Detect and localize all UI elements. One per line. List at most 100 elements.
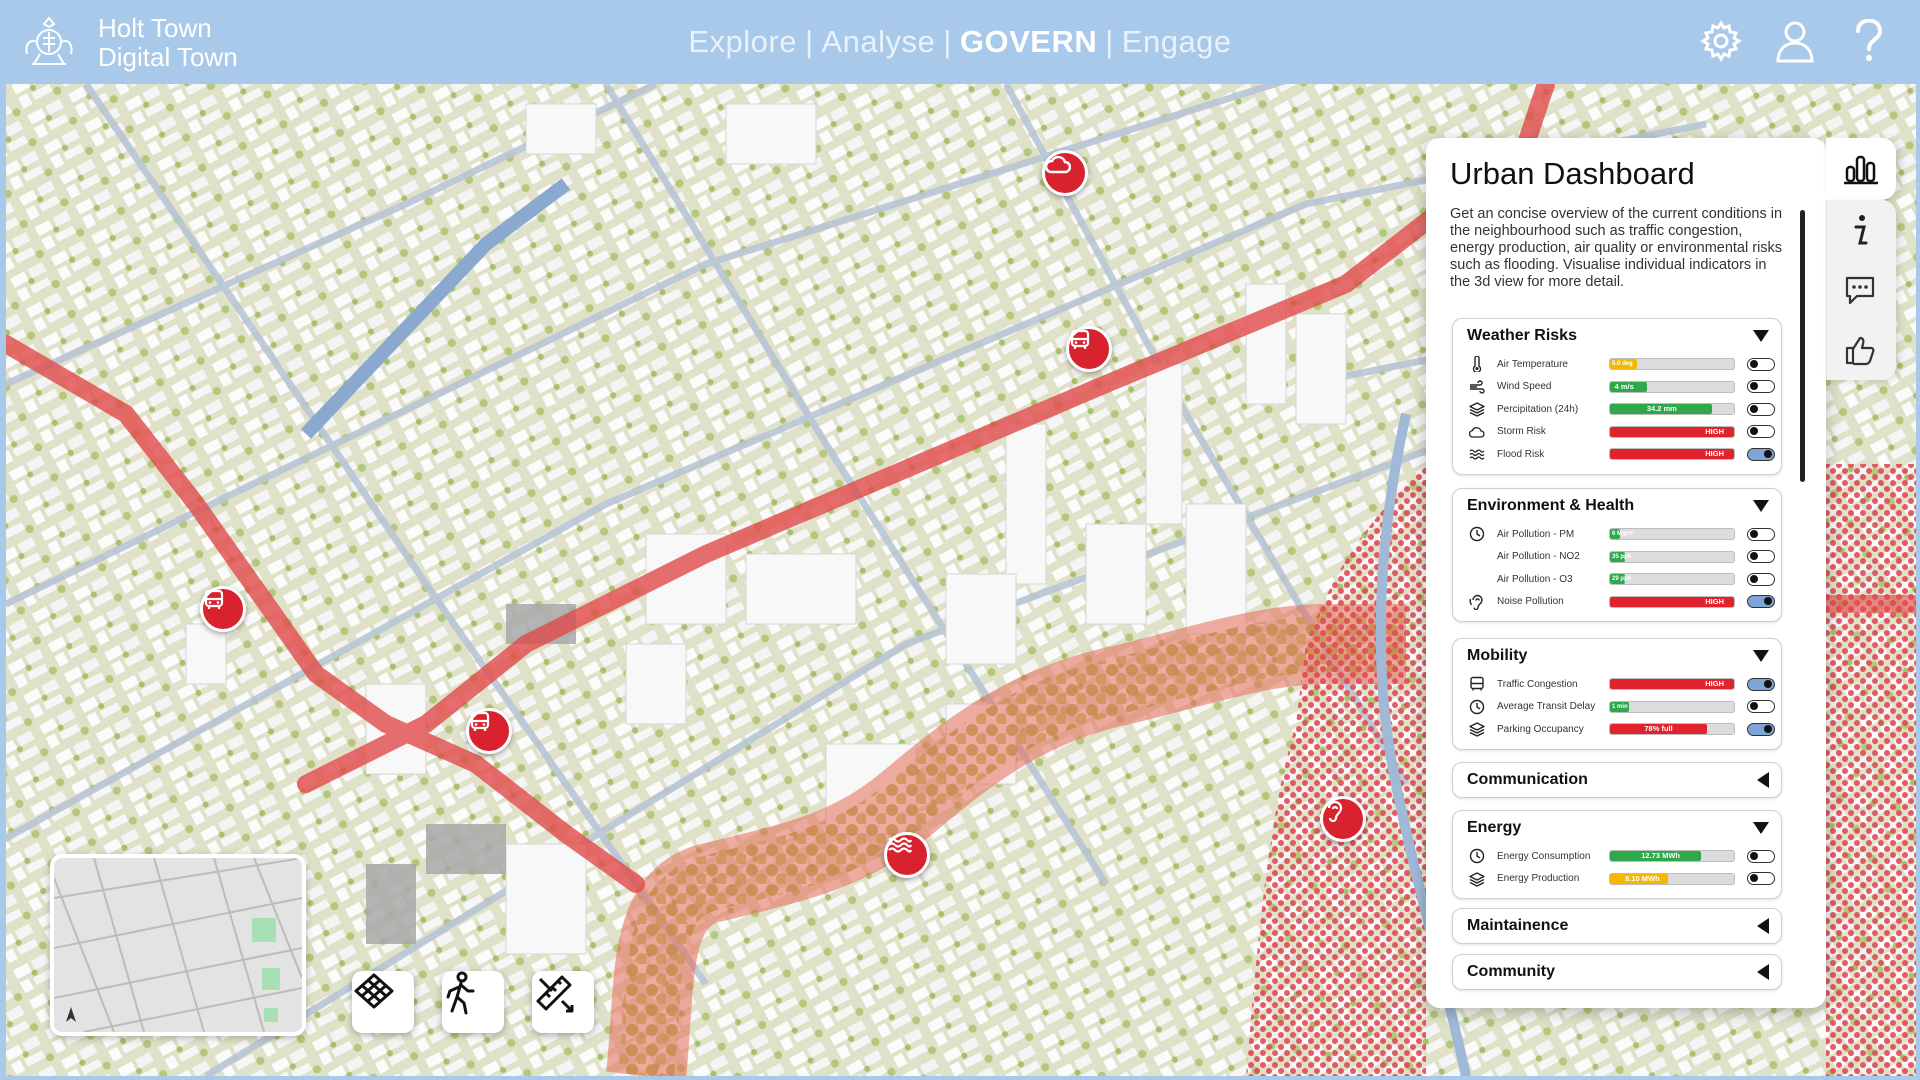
transit-stop-pin[interactable] (200, 586, 246, 632)
indicator-visibility-toggle[interactable] (1747, 447, 1775, 461)
flood-risk-pin[interactable] (884, 832, 930, 878)
indicator-visibility-toggle[interactable] (1747, 872, 1775, 886)
expand-arrow-icon[interactable] (1757, 918, 1769, 934)
indicator-visibility-toggle[interactable] (1747, 527, 1775, 541)
section-maintainence: Maintainence (1452, 908, 1782, 944)
blank-icon (1467, 570, 1487, 588)
toggle-knob (1750, 574, 1758, 583)
toggle-knob (1764, 449, 1772, 458)
indicator-row: Air Pollution - NO2 35 ppb (1453, 546, 1781, 569)
section-environment-health: Environment & Health Air Pollution - PM 6 … (1452, 488, 1782, 622)
collapse-arrow-icon[interactable] (1753, 500, 1769, 512)
noise-pollution-pin[interactable] (1320, 796, 1366, 842)
section-header[interactable]: Environment & Health (1453, 489, 1781, 523)
indicator-visibility-toggle[interactable] (1747, 357, 1775, 371)
indicator-value: HIGH (1705, 679, 1724, 689)
header-actions (1698, 18, 1892, 64)
section-header[interactable]: Weather Risks (1453, 319, 1781, 353)
indicator-label: Energy Production (1497, 873, 1580, 885)
toggle-knob (1750, 404, 1758, 413)
nav-explore[interactable]: Explore (688, 24, 797, 60)
panel-scrollbar[interactable] (1800, 210, 1805, 482)
indicator-visibility-toggle[interactable] (1747, 849, 1775, 863)
indicator-visibility-toggle[interactable] (1747, 595, 1775, 609)
indicator-value: HIGH (1705, 426, 1724, 436)
collapse-arrow-icon[interactable] (1753, 822, 1769, 834)
ear-icon (1327, 800, 1343, 823)
tab-feedback[interactable] (1826, 320, 1892, 380)
indicator-visibility-toggle[interactable] (1747, 722, 1775, 736)
indicator-visibility-toggle[interactable] (1747, 550, 1775, 564)
indicator-visibility-toggle[interactable] (1747, 572, 1775, 586)
measure-tool-button[interactable] (532, 971, 594, 1033)
side-tabs (1826, 138, 1896, 380)
toggle-knob (1750, 702, 1758, 711)
section-header[interactable]: Communication (1453, 763, 1781, 797)
section-energy: Energy Energy Consumption 12.73 MWh Energy … (1452, 810, 1782, 899)
layers-icon (1467, 870, 1487, 888)
section-title: Environment & Health (1467, 497, 1635, 514)
tab-comments[interactable] (1826, 260, 1892, 320)
minimap[interactable] (50, 854, 306, 1036)
cloud-icon (1467, 423, 1487, 441)
indicator-value: HIGH (1705, 596, 1724, 606)
help-icon[interactable] (1846, 18, 1892, 64)
tab-dashboard[interactable] (1826, 138, 1896, 200)
pedestrian-view-button[interactable] (442, 971, 504, 1033)
indicator-visibility-toggle[interactable] (1747, 380, 1775, 394)
indicator-visibility-toggle[interactable] (1747, 700, 1775, 714)
indicator-visibility-toggle[interactable] (1747, 402, 1775, 416)
nav-analyse[interactable]: Analyse (822, 24, 936, 60)
indicator-value: 78% full (1644, 724, 1673, 734)
section-header[interactable]: Energy (1453, 811, 1781, 845)
gear-icon[interactable] (1698, 18, 1744, 64)
bus-icon (470, 711, 490, 731)
mode-nav: Explore | Analyse | GOVERN | Engage (0, 24, 1920, 60)
indicator-value: 29 ppb (1612, 576, 1632, 583)
section-header[interactable]: Community (1453, 955, 1781, 989)
transit-stop-pin[interactable] (466, 708, 512, 754)
indicator-value: 8.10 MWh (1625, 873, 1660, 883)
indicator-visibility-toggle[interactable] (1747, 677, 1775, 691)
grid-view-button[interactable] (352, 971, 414, 1033)
thermometer-icon (1467, 355, 1487, 373)
measure-icon (536, 975, 574, 1013)
expand-arrow-icon[interactable] (1757, 964, 1769, 980)
indicator-value: 35 ppb (1612, 553, 1632, 560)
tab-info[interactable] (1826, 200, 1892, 260)
panel-description: Get an concise overview of the current c… (1450, 206, 1783, 290)
toggle-knob (1750, 529, 1758, 538)
section-title: Maintainence (1467, 917, 1569, 934)
toggle-knob (1750, 427, 1758, 436)
section-header[interactable]: Maintainence (1453, 909, 1781, 943)
thumbs-up-icon (1845, 336, 1874, 366)
storm-risk-pin[interactable] (1042, 150, 1088, 196)
toggle-knob (1764, 679, 1772, 688)
grid-icon (354, 973, 394, 1009)
indicator-level-bar: 12.73 MWh (1609, 850, 1735, 863)
nav-engage[interactable]: Engage (1122, 24, 1232, 60)
toggle-knob (1764, 724, 1772, 733)
indicator-label: Air Pollution - O3 (1497, 573, 1573, 585)
section-header[interactable]: Mobility (1453, 639, 1781, 673)
indicator-label: Percipitation (24h) (1497, 403, 1579, 415)
expand-arrow-icon[interactable] (1757, 772, 1769, 788)
indicator-visibility-toggle[interactable] (1747, 425, 1775, 439)
nav-govern[interactable]: GOVERN (960, 24, 1097, 60)
indicator-value: HIGH (1705, 449, 1724, 459)
indicator-level-bar: 6 Mg/m³ (1609, 528, 1735, 541)
section-weather-risks: Weather Risks Air Temperature 5.0 deg Wind … (1452, 318, 1782, 475)
indicator-level-bar: HIGH (1609, 425, 1735, 438)
indicator-value: 34.2 mm (1646, 404, 1677, 414)
clock-icon (1467, 847, 1487, 865)
indicator-row: Parking Occupancy 78% full (1453, 718, 1781, 741)
indicator-level-bar: 78% full (1609, 723, 1735, 736)
cloud-icon (1045, 155, 1071, 174)
indicator-level-bar: 35 ppb (1609, 550, 1735, 563)
collapse-arrow-icon[interactable] (1753, 330, 1769, 342)
transit-stop-pin[interactable] (1066, 326, 1112, 372)
collapse-arrow-icon[interactable] (1753, 650, 1769, 662)
indicator-level-bar: 1 min (1609, 700, 1735, 713)
user-icon[interactable] (1772, 18, 1818, 64)
section-title: Energy (1467, 819, 1522, 836)
